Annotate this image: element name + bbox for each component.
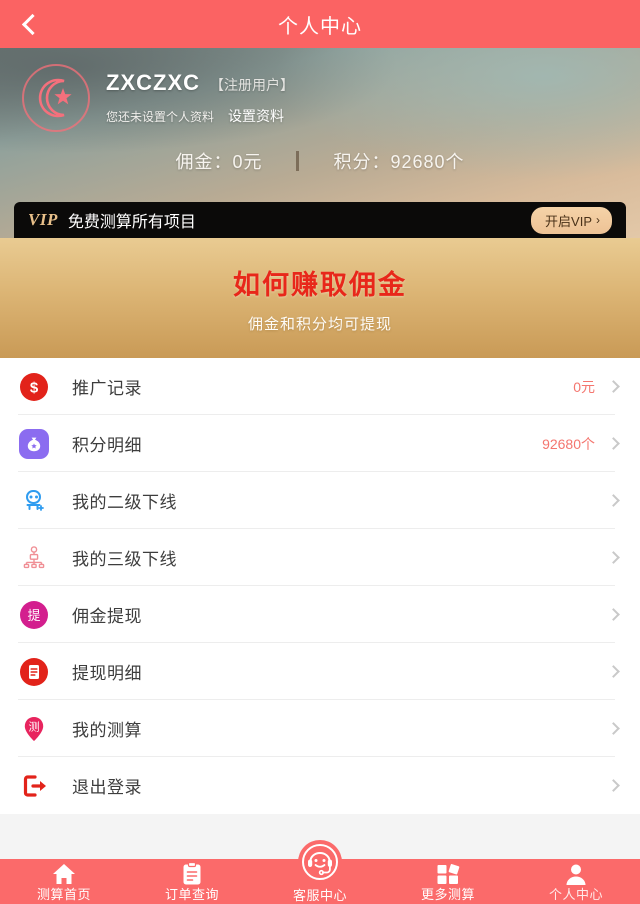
chevron-right-icon — [607, 437, 620, 450]
chevron-left-icon — [21, 13, 44, 35]
tab-orders[interactable]: 订单查询 — [128, 859, 256, 904]
menu-item-commission-withdraw[interactable]: 提 佣金提现 — [0, 586, 640, 643]
set-profile-link[interactable]: 设置资料 — [228, 106, 284, 126]
chevron-right-icon: › — [596, 213, 600, 227]
headset-face-icon — [298, 840, 342, 884]
home-icon — [51, 862, 77, 886]
commission-stat: 佣金：0元 — [175, 148, 262, 174]
menu-item-level3-downline[interactable]: 我的三级下线 — [0, 529, 640, 586]
menu-item-label: 我的测算 — [72, 721, 142, 740]
tab-label: 订单查询 — [164, 887, 219, 902]
tab-personal-center[interactable]: 个人中心 — [512, 859, 640, 904]
chevron-right-icon — [607, 551, 620, 564]
promo-banner[interactable]: 如何赚取佣金 佣金和积分均可提现 — [0, 238, 640, 358]
chevron-right-icon — [607, 779, 620, 792]
chevron-right-icon — [607, 608, 620, 621]
vip-text: 免费测算所有项目 — [67, 214, 196, 231]
chevron-right-icon — [607, 380, 620, 393]
promo-title: 如何赚取佣金 — [233, 269, 407, 300]
points-value: 92680个 — [390, 152, 465, 172]
menu-item-points-detail[interactable]: 积分明细 92680个 — [0, 415, 640, 472]
chevron-right-icon — [607, 665, 620, 678]
tab-label: 客服中心 — [292, 888, 347, 903]
menu-item-label: 退出登录 — [72, 778, 142, 797]
tab-customer-service[interactable]: 客服中心 — [256, 840, 384, 904]
dollar-coin-icon: $ — [18, 371, 50, 403]
grid-apps-icon — [435, 862, 461, 886]
bottom-tab-bar: 测算首页 订单查询 客服中心 更多测算 个人中心 — [0, 840, 640, 904]
menu-item-label: 提现明细 — [72, 664, 142, 683]
profile-info: ZXCZXC 【注册用户】 您还未设置个人资料 设置资料 — [106, 64, 294, 126]
menu-item-label: 佣金提现 — [72, 607, 142, 626]
map-pin-ce-icon: 测 — [18, 713, 50, 745]
menu-item-my-calculations[interactable]: 测 我的测算 — [0, 700, 640, 757]
profile-sub-row: 您还未设置个人资料 设置资料 — [106, 106, 294, 126]
menu-item-logout[interactable]: 退出登录 — [0, 757, 640, 814]
chevron-right-icon — [607, 722, 620, 735]
profile-hint: 您还未设置个人资料 — [106, 109, 215, 124]
menu-item-value: 92680个 — [542, 435, 595, 452]
logout-icon — [18, 770, 50, 802]
menu-item-label: 我的二级下线 — [72, 493, 177, 512]
app-header: 个人中心 — [0, 0, 640, 48]
document-list-icon — [18, 656, 50, 688]
points-label: 积分： — [333, 152, 391, 172]
tab-label: 个人中心 — [548, 887, 603, 902]
profile-top-row: ZXCZXC 【注册用户】 您还未设置个人资料 设置资料 — [0, 48, 640, 132]
crescent-moon-star-icon — [38, 78, 72, 118]
stats-row: 佣金：0元 积分：92680个 — [0, 148, 640, 174]
profile-section: ZXCZXC 【注册用户】 您还未设置个人资料 设置资料 佣金：0元 积分：92… — [0, 48, 640, 238]
page-title: 个人中心 — [278, 15, 362, 38]
chevron-right-icon — [607, 494, 620, 507]
name-row: ZXCZXC 【注册用户】 — [106, 70, 294, 96]
back-button[interactable] — [0, 0, 60, 48]
open-vip-label: 开启VIP — [545, 213, 592, 229]
menu-item-value: 0元 — [573, 378, 595, 395]
vip-banner[interactable]: VIP 免费测算所有项目 开启VIP › — [14, 202, 626, 238]
svg-text:提: 提 — [27, 608, 40, 623]
points-stat: 积分：92680个 — [333, 148, 464, 174]
avatar[interactable] — [22, 64, 90, 132]
menu-item-label: 我的三级下线 — [72, 550, 177, 569]
user-add-icon — [18, 485, 50, 517]
menu-list: $ 推广记录 0元 积分明细 92680个 我的二级下线 我的三级下线 提 佣金… — [0, 358, 640, 814]
svg-text:测: 测 — [29, 720, 40, 733]
promo-subtitle: 佣金和积分均可提现 — [247, 315, 392, 333]
clipboard-icon — [182, 862, 202, 886]
menu-item-label: 积分明细 — [72, 436, 142, 455]
withdraw-badge-icon: 提 — [18, 599, 50, 631]
svg-text:$: $ — [30, 379, 39, 396]
menu-item-promotion-records[interactable]: $ 推广记录 0元 — [0, 358, 640, 415]
tab-home[interactable]: 测算首页 — [0, 859, 128, 904]
vip-tag: VIP — [28, 210, 58, 229]
stats-divider — [296, 151, 300, 171]
commission-label: 佣金： — [175, 152, 233, 172]
tab-label: 更多测算 — [420, 887, 475, 902]
user-role-badge: 【注册用户】 — [210, 77, 294, 93]
open-vip-button[interactable]: 开启VIP › — [531, 206, 612, 234]
menu-item-withdraw-detail[interactable]: 提现明细 — [0, 643, 640, 700]
money-bag-icon — [18, 428, 50, 460]
commission-value: 0元 — [232, 152, 263, 172]
person-icon — [564, 862, 588, 886]
menu-item-label: 推广记录 — [72, 379, 142, 398]
user-name: ZXCZXC — [106, 70, 200, 95]
hierarchy-tree-icon — [18, 542, 50, 574]
tab-more[interactable]: 更多测算 — [384, 859, 512, 904]
menu-item-level2-downline[interactable]: 我的二级下线 — [0, 472, 640, 529]
tab-label: 测算首页 — [36, 887, 91, 902]
personal-center-screen: 个人中心 ZXCZXC 【注册用户】 您还未设置个人资料 设置资料 佣金：0元 … — [0, 0, 640, 904]
